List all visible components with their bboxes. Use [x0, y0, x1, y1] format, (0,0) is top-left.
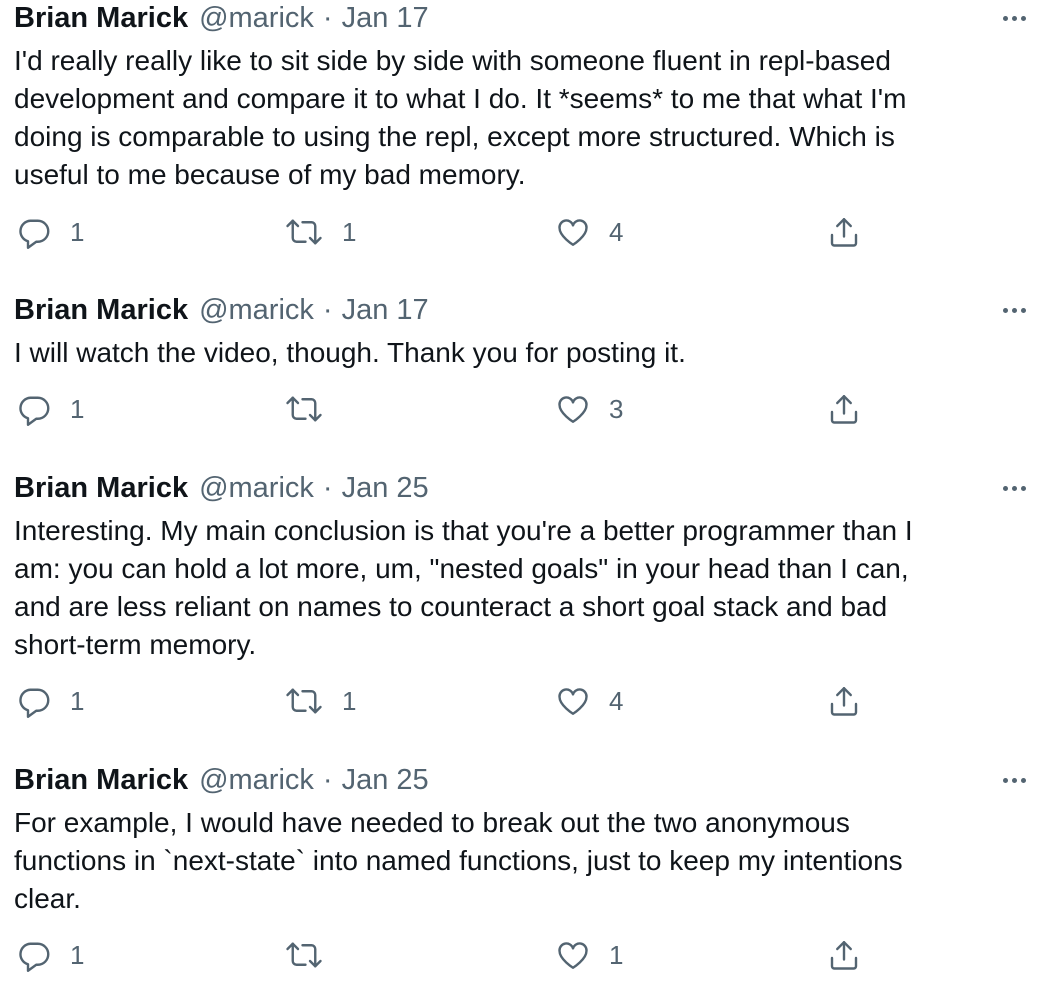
author-handle[interactable]: @marick	[199, 470, 314, 506]
tweet-thread: Brian Marick @marick · Jan 17 I'd really…	[0, 0, 1048, 982]
reply-count: 1	[70, 686, 85, 716]
separator: ·	[322, 472, 333, 504]
reply-count: 1	[70, 940, 85, 970]
tweet-date[interactable]: Jan 25	[342, 470, 429, 506]
tweet-header: Brian Marick @marick · Jan 17	[14, 292, 429, 328]
tweet-date[interactable]: Jan 17	[342, 0, 429, 36]
retweet-button[interactable]	[284, 935, 342, 975]
author-handle[interactable]: @marick	[199, 762, 314, 798]
share-icon	[830, 218, 858, 247]
share-button[interactable]	[826, 935, 862, 975]
reply-icon	[19, 688, 50, 718]
tweet[interactable]: Brian Marick @marick · Jan 17 I will wat…	[0, 292, 1048, 442]
tweet-date[interactable]: Jan 17	[342, 292, 429, 328]
retweet-icon	[286, 219, 322, 245]
tweet-date[interactable]: Jan 25	[342, 762, 429, 798]
like-count: 4	[609, 217, 624, 247]
retweet-button[interactable]	[284, 389, 342, 429]
like-icon	[558, 219, 588, 246]
reply-icon	[19, 219, 50, 249]
tweet-actions: 1 1 4	[0, 212, 1048, 252]
tweet-text: For example, I would have needed to brea…	[14, 807, 903, 914]
separator: ·	[322, 2, 333, 34]
author-handle[interactable]: @marick	[199, 292, 314, 328]
tweet[interactable]: Brian Marick @marick · Jan 17 I'd really…	[0, 0, 1048, 260]
retweet-count: 1	[342, 217, 357, 247]
reply-button[interactable]: 1	[16, 389, 84, 429]
share-icon	[830, 941, 858, 970]
like-button[interactable]: 4	[555, 681, 623, 721]
like-button[interactable]: 4	[555, 212, 623, 252]
more-icon[interactable]	[996, 478, 1032, 498]
separator: ·	[322, 764, 333, 796]
tweet-header: Brian Marick @marick · Jan 25	[14, 470, 429, 506]
reply-button[interactable]: 1	[16, 212, 84, 252]
author-name[interactable]: Brian Marick	[14, 292, 188, 328]
more-icon[interactable]	[996, 300, 1032, 320]
reply-button[interactable]: 1	[16, 935, 84, 975]
like-count: 1	[609, 940, 624, 970]
share-button[interactable]	[826, 681, 862, 721]
reply-button[interactable]: 1	[16, 681, 84, 721]
retweet-count: 1	[342, 686, 357, 716]
tweet[interactable]: Brian Marick @marick · Jan 25 For exampl…	[0, 762, 1048, 982]
reply-count: 1	[70, 217, 85, 247]
author-handle[interactable]: @marick	[199, 0, 314, 36]
tweet-actions: 1 3	[0, 389, 1048, 429]
share-button[interactable]	[826, 389, 862, 429]
tweet-text: I will watch the video, though. Thank yo…	[14, 337, 686, 368]
like-count: 3	[609, 394, 624, 424]
tweet-text: I'd really really like to sit side by si…	[14, 45, 907, 190]
author-name[interactable]: Brian Marick	[14, 470, 188, 506]
tweet-actions: 1 1	[0, 935, 1048, 975]
share-button[interactable]	[826, 212, 862, 252]
retweet-icon	[286, 396, 322, 422]
tweet[interactable]: Brian Marick @marick · Jan 25 Interestin…	[0, 470, 1048, 730]
reply-icon	[19, 942, 50, 972]
tweet-text: Interesting. My main conclusion is that …	[14, 515, 913, 660]
retweet-icon	[286, 942, 322, 968]
like-button[interactable]: 1	[555, 935, 623, 975]
retweet-button[interactable]: 1	[284, 212, 356, 252]
share-icon	[830, 395, 858, 424]
like-icon	[558, 942, 588, 969]
retweet-button[interactable]: 1	[284, 681, 356, 721]
more-icon[interactable]	[996, 8, 1032, 28]
like-count: 4	[609, 686, 624, 716]
author-name[interactable]: Brian Marick	[14, 0, 188, 36]
tweet-header: Brian Marick @marick · Jan 17	[14, 0, 429, 36]
like-icon	[558, 688, 588, 715]
tweet-actions: 1 1 4	[0, 681, 1048, 721]
like-button[interactable]: 3	[555, 389, 623, 429]
like-icon	[558, 396, 588, 423]
author-name[interactable]: Brian Marick	[14, 762, 188, 798]
tweet-header: Brian Marick @marick · Jan 25	[14, 762, 429, 798]
reply-icon	[19, 396, 50, 426]
share-icon	[830, 687, 858, 716]
separator: ·	[322, 294, 333, 326]
more-icon[interactable]	[996, 770, 1032, 790]
retweet-icon	[286, 688, 322, 714]
reply-count: 1	[70, 394, 85, 424]
